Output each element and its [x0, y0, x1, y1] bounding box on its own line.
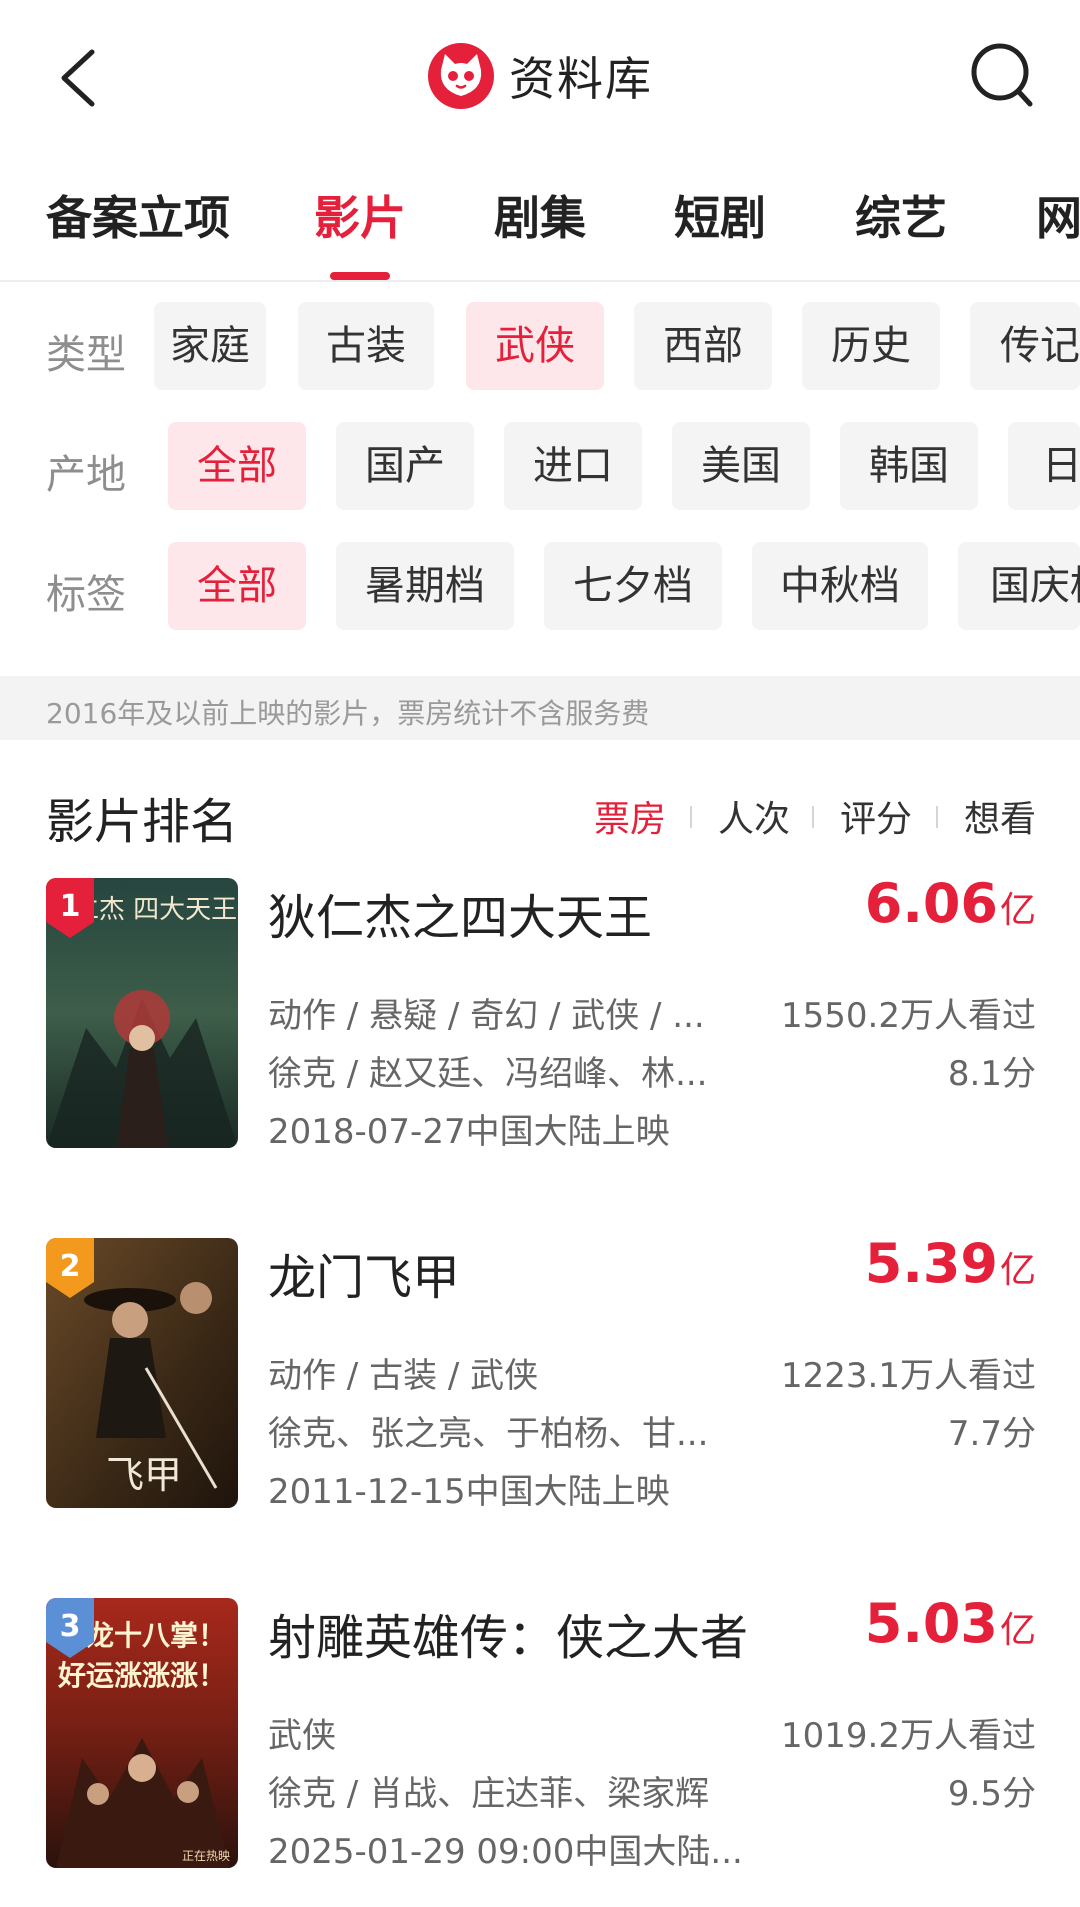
film-release: 2018-07-27中国大陆上映: [268, 1112, 670, 1152]
sort-viewers[interactable]: 人次: [718, 790, 790, 842]
tab-filing[interactable]: 备案立项: [46, 182, 230, 248]
chip-tag-mid-autumn[interactable]: 中秋档: [752, 542, 928, 630]
film-poster[interactable]: 飞甲 2: [46, 1238, 238, 1508]
film-cast: 徐克 / 赵又廷、冯绍峰、林...: [268, 1054, 708, 1094]
box-office-unit: 亿: [999, 1250, 1036, 1291]
rank-number: 3: [60, 1609, 81, 1644]
rank-number: 2: [60, 1249, 81, 1284]
rank-badge: 1: [46, 878, 94, 938]
notice-text: 2016年及以前上映的影片，票房统计不含服务费: [46, 697, 650, 730]
film-poster[interactable]: 降龙十八掌！好运涨涨涨！ 正在热映 3: [46, 1598, 238, 1868]
film-release: 2011-12-15中国大陆上映: [268, 1472, 670, 1512]
sort-box-office[interactable]: 票房: [594, 790, 666, 842]
film-title[interactable]: 龙门飞甲: [268, 1238, 460, 1308]
box-office-value: 5.39: [864, 1232, 998, 1295]
film-release: 2025-01-29 09:00中国大陆...: [268, 1832, 743, 1872]
chip-region-domestic[interactable]: 国产: [336, 422, 474, 510]
chip-type-costume[interactable]: 古装: [298, 302, 434, 390]
chip-type-history[interactable]: 历史: [802, 302, 940, 390]
filter-label-region: 产地: [46, 452, 126, 498]
film-score: 9.5分: [947, 1774, 1036, 1814]
search-icon[interactable]: [968, 40, 1036, 112]
film-cast: 徐克 / 肖战、庄达菲、梁家辉: [268, 1774, 710, 1814]
box-office: 6.06亿: [865, 872, 1036, 935]
box-office-unit: 亿: [999, 890, 1036, 931]
sort-want-to-see[interactable]: 想看: [964, 790, 1036, 842]
film-viewers: 1550.2万人看过: [781, 996, 1036, 1036]
header-brand: 资料库: [427, 40, 653, 112]
film-title[interactable]: 射雕英雄传：侠之大者: [268, 1598, 748, 1668]
film-score: 8.1分: [947, 1054, 1036, 1094]
chip-region-korea[interactable]: 韩国: [840, 422, 978, 510]
box-office-value: 6.06: [864, 872, 998, 935]
page-title: 资料库: [509, 52, 653, 106]
film-viewers: 1019.2万人看过: [781, 1716, 1036, 1756]
chip-region-japan[interactable]: 日: [1008, 422, 1080, 510]
chip-type-family[interactable]: 家庭: [154, 302, 266, 390]
chip-tag-qixi[interactable]: 七夕档: [544, 542, 722, 630]
filter-label-tag: 标签: [46, 572, 126, 618]
film-score: 7.7分: [947, 1414, 1036, 1454]
chip-region-all[interactable]: 全部: [168, 422, 306, 510]
film-cast: 徐克、张之亮、于柏杨、甘...: [268, 1414, 709, 1454]
section-title: 影片排名: [46, 794, 239, 850]
cat-logo-icon: [428, 43, 494, 109]
poster-footer-text: 正在热映: [182, 1849, 230, 1863]
tab-variety[interactable]: 综艺: [855, 182, 947, 248]
chip-tag-national-day[interactable]: 国庆档: [958, 542, 1080, 630]
film-genres: 武侠: [268, 1716, 336, 1756]
sort-separator: [936, 806, 938, 828]
film-genres: 动作 / 悬疑 / 奇幻 / 武侠 / ...: [268, 996, 705, 1036]
tab-short-drama[interactable]: 短剧: [674, 182, 766, 248]
film-title[interactable]: 狄仁杰之四大天王: [268, 878, 652, 948]
sort-rating[interactable]: 评分: [840, 790, 912, 842]
active-tab-indicator: [330, 272, 390, 280]
box-office-unit: 亿: [999, 1610, 1036, 1651]
tab-web[interactable]: 网: [1036, 182, 1080, 248]
box-office: 5.03亿: [865, 1592, 1036, 1655]
category-tabs: 备案立项 影片 剧集 短剧 综艺 网: [0, 182, 1080, 262]
chip-type-biography[interactable]: 传记: [970, 302, 1080, 390]
tab-films[interactable]: 影片: [314, 182, 406, 248]
back-arrow-icon[interactable]: [52, 46, 108, 110]
box-office-value: 5.03: [864, 1592, 998, 1655]
chip-region-import[interactable]: 进口: [504, 422, 642, 510]
tab-series[interactable]: 剧集: [494, 182, 586, 248]
chip-tag-summer[interactable]: 暑期档: [336, 542, 514, 630]
box-office: 5.39亿: [865, 1232, 1036, 1295]
rank-number: 1: [60, 889, 81, 924]
film-genres: 动作 / 古装 / 武侠: [268, 1356, 539, 1396]
sort-separator: [812, 806, 814, 828]
divider: [0, 280, 1080, 282]
chip-tag-all[interactable]: 全部: [168, 542, 306, 630]
sort-separator: [690, 806, 692, 828]
rank-badge: 2: [46, 1238, 94, 1298]
chip-type-western[interactable]: 西部: [634, 302, 772, 390]
film-poster[interactable]: 狄仁杰 四大天王 1: [46, 878, 238, 1148]
poster-title-text: 飞甲: [106, 1453, 182, 1497]
chip-type-wuxia[interactable]: 武侠: [466, 302, 604, 390]
film-viewers: 1223.1万人看过: [781, 1356, 1036, 1396]
filter-label-type: 类型: [46, 332, 126, 378]
rank-badge: 3: [46, 1598, 94, 1658]
chip-region-usa[interactable]: 美国: [672, 422, 810, 510]
